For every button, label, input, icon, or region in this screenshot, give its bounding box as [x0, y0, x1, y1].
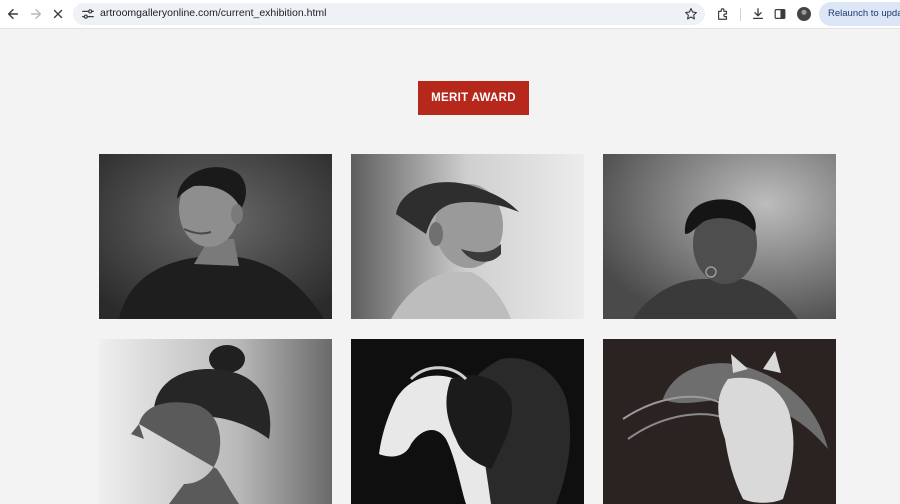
- artwork-1[interactable]: [99, 154, 332, 319]
- artwork-5[interactable]: [351, 339, 584, 504]
- artwork-4[interactable]: [99, 339, 332, 504]
- avatar[interactable]: [797, 7, 811, 21]
- address-bar[interactable]: artroomgalleryonline.com/current_exhibit…: [73, 3, 705, 25]
- download-icon[interactable]: [750, 6, 766, 22]
- tune-icon[interactable]: [81, 7, 95, 21]
- arrow-right-icon[interactable]: [27, 5, 45, 23]
- puzzle-icon[interactable]: [715, 6, 731, 22]
- browser-toolbar: artroomgalleryonline.com/current_exhibit…: [0, 0, 900, 29]
- toolbar-divider: [740, 8, 741, 21]
- url-text[interactable]: artroomgalleryonline.com/current_exhibit…: [100, 7, 326, 19]
- relaunch-button[interactable]: Relaunch to update: [819, 2, 900, 26]
- artwork-3[interactable]: [603, 154, 836, 319]
- merit-award-heading[interactable]: MERIT AWARD: [418, 81, 529, 115]
- close-icon[interactable]: [49, 5, 67, 23]
- artwork-6[interactable]: [603, 339, 836, 504]
- star-icon[interactable]: [684, 7, 698, 21]
- artwork-2[interactable]: [351, 154, 584, 319]
- page-content: MERIT AWARD: [0, 29, 900, 504]
- side-panel-icon[interactable]: [772, 6, 788, 22]
- arrow-left-icon[interactable]: [4, 5, 22, 23]
